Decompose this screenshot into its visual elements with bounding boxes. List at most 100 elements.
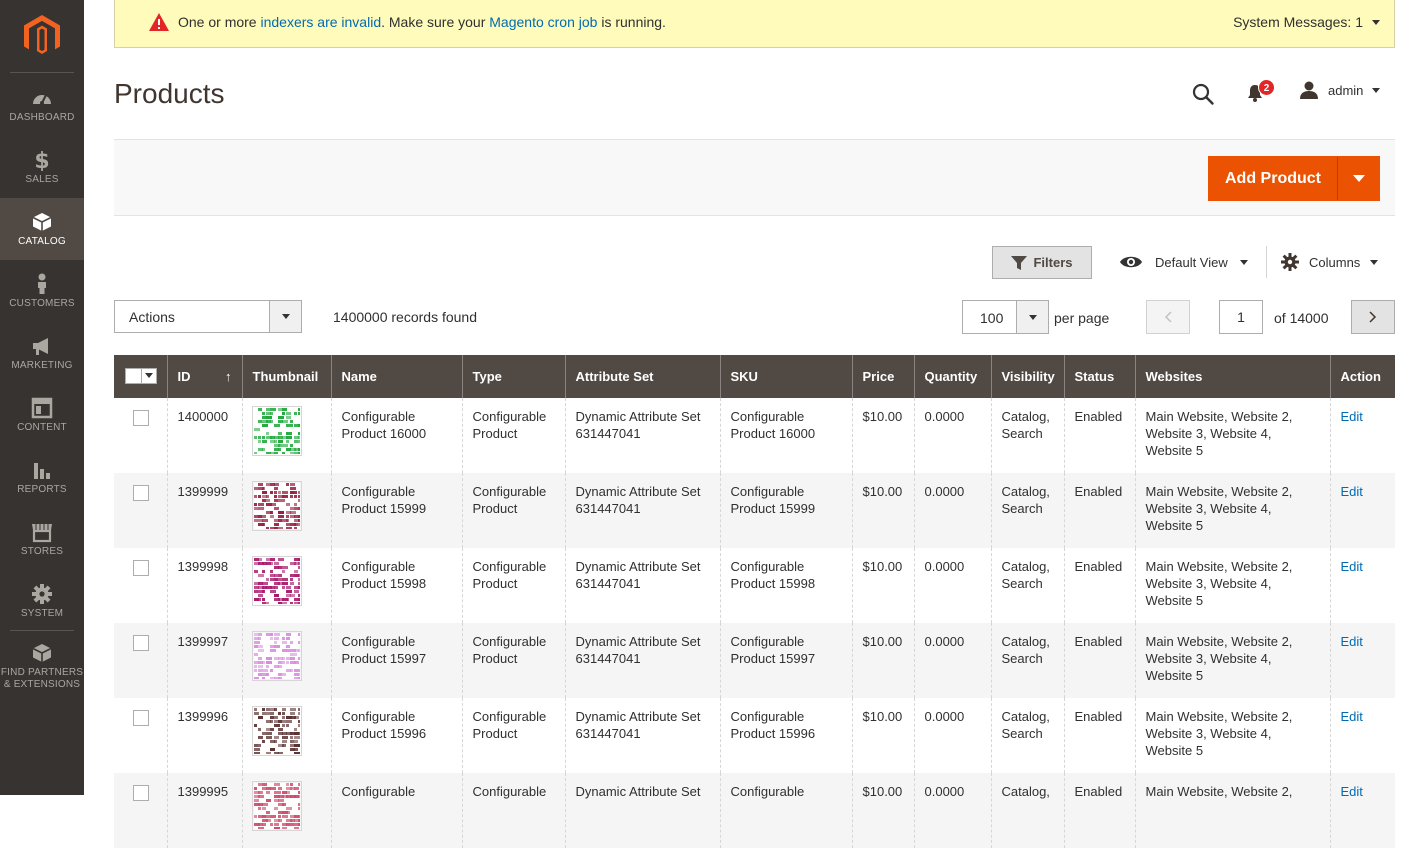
sidebar-item-reports[interactable]: REPORTS — [0, 446, 84, 508]
table-row[interactable]: 1400000 Configurable Product 16000 Configu… — [114, 398, 1395, 473]
mass-select-dropdown[interactable] — [142, 369, 156, 383]
cell-action: Edit — [1329, 623, 1395, 698]
column-header-name[interactable]: Name — [330, 355, 462, 398]
mass-actions-select[interactable]: Actions — [114, 300, 302, 333]
cell-name: Configurable Product 15998 — [330, 548, 462, 623]
magento-logo[interactable] — [0, 0, 84, 72]
product-thumbnail[interactable] — [251, 406, 304, 456]
sidebar-item-catalog[interactable]: CATALOG — [0, 198, 84, 260]
sidebar-item-customers[interactable]: CUSTOMERS — [0, 260, 84, 322]
edit-link[interactable]: Edit — [1341, 559, 1363, 574]
cell-attribute-set: Dynamic Attribute Set 631447041 — [564, 548, 720, 623]
sidebar-divider — [10, 630, 74, 631]
column-header-websites[interactable]: Websites — [1134, 355, 1330, 398]
cell-websites: Main Website, Website 2, Website 3, Webs… — [1134, 473, 1330, 548]
mass-select-checkbox[interactable] — [126, 368, 142, 383]
table-row[interactable]: 1399996 Configurable Product 15996 Configu… — [114, 698, 1395, 773]
grid-header-row: ID ↑ Thumbnail Name Type Attribute Set SK… — [114, 355, 1395, 398]
cell-select — [114, 698, 167, 773]
cell-name: Configurable Product 15999 — [330, 473, 462, 548]
cell-attribute-set: Dynamic Attribute Set 631447041 — [564, 398, 720, 473]
product-thumbnail[interactable] — [251, 631, 304, 681]
system-messages-dropdown[interactable]: System Messages: 1 — [1233, 14, 1380, 30]
cell-price: $10.00 — [851, 398, 914, 473]
cell-type: Configurable Product — [461, 548, 565, 623]
previous-page-button[interactable] — [1146, 300, 1190, 334]
default-view-dropdown[interactable]: Default View — [1119, 254, 1248, 270]
cell-type: Configurable Product — [461, 398, 565, 473]
cell-visibility: Catalog, Search — [990, 698, 1064, 773]
sidebar-item-stores[interactable]: STORES — [0, 508, 84, 570]
sidebar-item-label: REPORTS — [17, 484, 67, 495]
sidebar-item-system[interactable]: SYSTEM — [0, 570, 84, 632]
per-page-select[interactable]: 100 — [962, 300, 1049, 334]
page-title: Products — [114, 78, 225, 109]
mass-select-control[interactable] — [125, 367, 157, 384]
row-checkbox[interactable] — [133, 410, 149, 426]
sidebar-item-find-partners[interactable]: FIND PARTNERS & EXTENSIONS — [0, 634, 84, 696]
product-thumbnail[interactable] — [251, 556, 304, 606]
current-page-input[interactable]: 1 — [1219, 300, 1263, 334]
product-thumbnail[interactable] — [251, 781, 304, 831]
search-icon[interactable] — [1191, 82, 1215, 106]
cell-id: 1399997 — [166, 623, 242, 698]
notification-count-badge[interactable]: 2 — [1258, 79, 1275, 96]
row-checkbox[interactable] — [133, 560, 149, 576]
chevron-down-icon — [1372, 87, 1381, 93]
product-thumbnail[interactable] — [251, 706, 304, 756]
row-checkbox[interactable] — [133, 710, 149, 726]
cell-status: Enabled — [1063, 623, 1135, 698]
admin-user-menu[interactable]: admin — [1299, 81, 1381, 99]
cell-name: Configurable Product 16000 — [330, 398, 462, 473]
message-text-3: is running. — [597, 14, 666, 30]
next-page-button[interactable] — [1351, 300, 1395, 334]
table-row[interactable]: 1399997 Configurable Product 15997 Configu… — [114, 623, 1395, 698]
cell-quantity: 0.0000 — [913, 773, 991, 848]
table-row[interactable]: 1399998 Configurable Product 15998 Configu… — [114, 548, 1395, 623]
column-header-status[interactable]: Status — [1063, 355, 1135, 398]
cell-id: 1400000 — [166, 398, 242, 473]
edit-link[interactable]: Edit — [1341, 784, 1363, 799]
sidebar-item-content[interactable]: CONTENT — [0, 384, 84, 446]
columns-dropdown[interactable]: Columns — [1281, 253, 1379, 271]
column-header-attribute-set[interactable]: Attribute Set — [564, 355, 720, 398]
row-checkbox[interactable] — [133, 485, 149, 501]
filters-button[interactable]: Filters — [992, 246, 1092, 279]
add-product-button[interactable]: Add Product — [1209, 157, 1337, 200]
column-header-visibility[interactable]: Visibility — [990, 355, 1064, 398]
cell-price: $10.00 — [851, 548, 914, 623]
cell-name: Configurable Product 15996 — [330, 698, 462, 773]
cell-visibility: Catalog, Search — [990, 398, 1064, 473]
edit-link[interactable]: Edit — [1341, 709, 1363, 724]
system-messages-label: System Messages: 1 — [1233, 14, 1363, 30]
edit-link[interactable]: Edit — [1341, 484, 1363, 499]
cell-price: $10.00 — [851, 698, 914, 773]
cell-attribute-set: Dynamic Attribute Set 631447041 — [564, 473, 720, 548]
column-header-id[interactable]: ID ↑ — [166, 355, 242, 398]
column-header-type[interactable]: Type — [461, 355, 565, 398]
column-header-price[interactable]: Price — [851, 355, 914, 398]
row-checkbox[interactable] — [133, 635, 149, 651]
add-product-type-toggle[interactable] — [1337, 157, 1379, 200]
sidebar-item-label: SYSTEM — [20, 608, 64, 619]
page-actions-bar: Add Product — [114, 139, 1395, 216]
column-header-quantity[interactable]: Quantity — [913, 355, 991, 398]
chevron-down-icon — [1372, 19, 1380, 25]
sidebar-item-dashboard[interactable]: DASHBOARD — [0, 74, 84, 136]
row-checkbox[interactable] — [133, 785, 149, 801]
product-thumbnail[interactable] — [251, 481, 304, 531]
cron-job-link[interactable]: Magento cron job — [489, 14, 597, 30]
indexers-link[interactable]: indexers are invalid — [260, 14, 381, 30]
edit-link[interactable]: Edit — [1341, 634, 1363, 649]
cell-price: $10.00 — [851, 623, 914, 698]
message-text-1: One or more — [178, 14, 261, 30]
column-header-sku[interactable]: SKU — [719, 355, 852, 398]
edit-link[interactable]: Edit — [1341, 409, 1363, 424]
table-row[interactable]: 1399999 Configurable Product 15999 Configu… — [114, 473, 1395, 548]
cell-status: Enabled — [1063, 548, 1135, 623]
table-row[interactable]: 1399995 Configurable Configurable Dynamic A… — [114, 773, 1395, 848]
cell-status: Enabled — [1063, 698, 1135, 773]
sidebar-item-sales[interactable]: $ SALES — [0, 136, 84, 198]
sidebar-item-marketing[interactable]: MARKETING — [0, 322, 84, 384]
cell-id: 1399996 — [166, 698, 242, 773]
